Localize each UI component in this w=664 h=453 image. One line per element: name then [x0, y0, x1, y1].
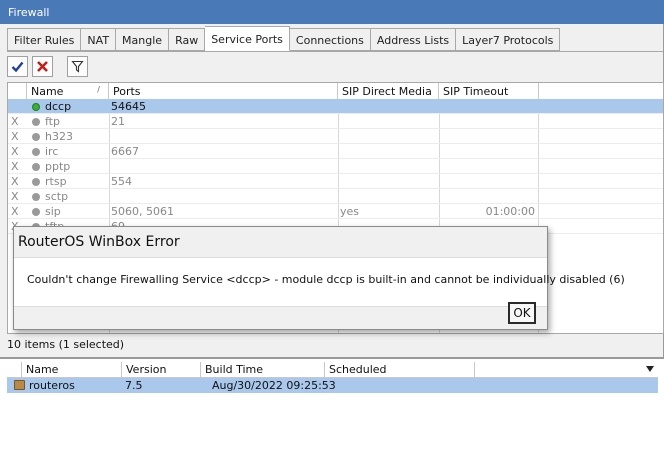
row-flag: X	[11, 205, 19, 218]
tab-connections[interactable]: Connections	[289, 28, 371, 51]
tab-raw[interactable]: Raw	[169, 28, 206, 51]
row-flag: X	[11, 130, 19, 143]
table-row[interactable]: X sip 5060, 5061 yes 01:00:00	[8, 204, 663, 219]
filter-button[interactable]	[67, 56, 88, 77]
row-flag: X	[11, 190, 19, 203]
row-name: sctp	[45, 190, 69, 203]
row-name: pptp	[45, 160, 71, 173]
row-ports: 5060, 5061	[111, 205, 174, 218]
tab-filter-rules[interactable]: Filter Rules	[7, 28, 82, 51]
x-icon	[37, 61, 48, 72]
status-dot-icon	[32, 208, 40, 216]
row-name: ftp	[45, 115, 60, 128]
row-name: h323	[45, 130, 73, 143]
row-flag: X	[11, 145, 19, 158]
tab-mangle[interactable]: Mangle	[116, 28, 170, 51]
row-flag: X	[11, 175, 19, 188]
status-dot-icon	[32, 178, 40, 186]
row-name: irc	[45, 145, 59, 158]
package-version: 7.5	[125, 379, 143, 392]
tab-bar: Filter Rules NAT Mangle Raw Service Port…	[7, 26, 561, 52]
disable-button[interactable]	[32, 56, 53, 77]
sort-indicator-icon: /	[97, 85, 100, 94]
package-build-time: Aug/30/2022 09:25:53	[212, 379, 336, 392]
dialog-body: Couldn't change Firewalling Service <dcc…	[14, 257, 625, 307]
column-menu-dropdown-icon[interactable]	[646, 366, 654, 372]
tab-nat[interactable]: NAT	[81, 28, 117, 51]
tab-address-lists[interactable]: Address Lists	[370, 28, 457, 51]
table-row[interactable]: X rtsp 554	[8, 174, 663, 189]
row-flag: X	[11, 115, 19, 128]
status-dot-icon	[32, 133, 40, 141]
table-row[interactable]: X h323	[8, 129, 663, 144]
table-row[interactable]: X irc 6667	[8, 144, 663, 159]
table-row[interactable]: X sctp	[8, 189, 663, 204]
package-icon	[14, 380, 25, 390]
header-scheduled[interactable]: Scheduled	[325, 362, 475, 378]
header-name[interactable]: Name /	[27, 83, 109, 100]
status-dot-icon	[32, 148, 40, 156]
tab-service-ports[interactable]: Service Ports	[205, 26, 290, 51]
header-flag	[8, 83, 27, 100]
tab-layer7-protocols[interactable]: Layer7 Protocols	[456, 28, 561, 51]
row-name: rtsp	[45, 175, 67, 188]
header-ports[interactable]: Ports	[109, 83, 338, 100]
status-dot-icon	[32, 118, 40, 126]
toolbar-separator	[57, 56, 63, 78]
header-version[interactable]: Version	[122, 362, 201, 378]
row-name: sip	[45, 205, 61, 218]
row-ports: 54645	[111, 100, 146, 113]
header-flag	[7, 362, 22, 378]
header-package-name[interactable]: Name	[22, 362, 122, 378]
row-ports: 21	[111, 115, 125, 128]
header-sip-direct-media[interactable]: SIP Direct Media	[338, 83, 439, 100]
check-icon	[11, 61, 24, 73]
package-name: routeros	[29, 379, 75, 392]
dialog-title: RouterOS WinBox Error	[18, 234, 180, 250]
window-title: Firewall	[0, 0, 664, 24]
error-dialog: RouterOS WinBox Error Couldn't change Fi…	[13, 226, 625, 330]
toolbar	[7, 56, 88, 78]
table-row[interactable]: routeros 7.5 Aug/30/2022 09:25:53	[7, 378, 658, 393]
header-sip-timeout[interactable]: SIP Timeout	[439, 83, 539, 100]
row-name: dccp	[45, 100, 72, 113]
row-sip-direct-media: yes	[340, 205, 360, 218]
row-ports: 554	[111, 175, 132, 188]
packages-panel: Name Version Build Time Scheduled router…	[0, 357, 664, 453]
filter-icon	[71, 60, 84, 73]
dialog-message: Couldn't change Firewalling Service <dcc…	[27, 273, 625, 286]
status-dot-icon	[32, 103, 40, 111]
table-row[interactable]: X pptp	[8, 159, 663, 174]
ok-button[interactable]: OK	[508, 302, 536, 324]
status-dot-icon	[32, 193, 40, 201]
row-sip-timeout: 01:00:00	[485, 205, 535, 218]
header-build-time[interactable]: Build Time	[201, 362, 325, 378]
packages-header: Name Version Build Time Scheduled	[7, 362, 658, 378]
tab-divider	[7, 51, 663, 52]
table-row[interactable]: X ftp 21	[8, 114, 663, 129]
row-ports: 6667	[111, 145, 139, 158]
status-dot-icon	[32, 163, 40, 171]
table-row[interactable]: dccp 54645	[8, 99, 663, 114]
row-flag: X	[11, 160, 19, 173]
status-bar: 10 items (1 selected)	[7, 338, 125, 351]
table-header: Name / Ports SIP Direct Media SIP Timeout	[8, 83, 663, 100]
enable-button[interactable]	[7, 56, 28, 77]
